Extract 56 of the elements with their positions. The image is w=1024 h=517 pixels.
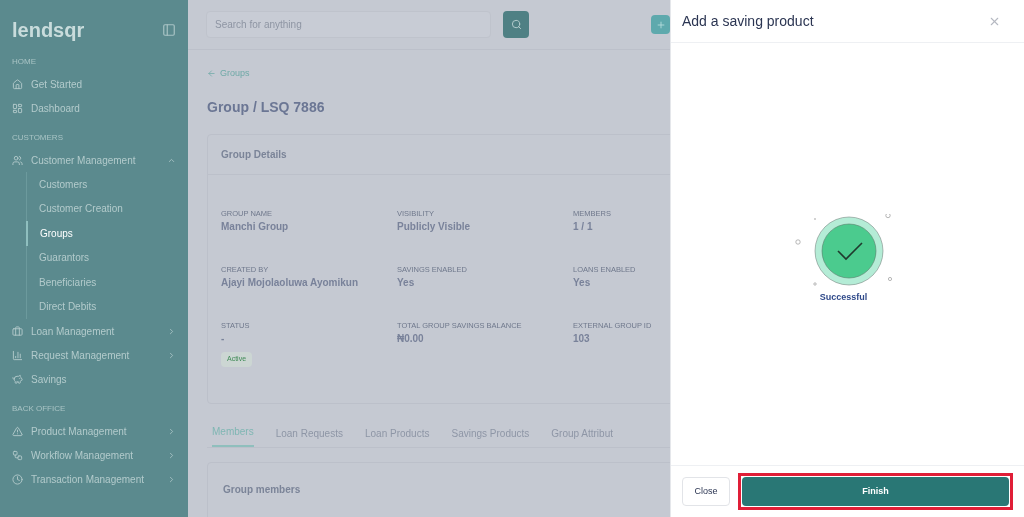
sidebar-item[interactable]: Product Management: [12, 419, 176, 443]
sidebar-subitem[interactable]: Guarantors: [27, 245, 176, 270]
field-value: 1 / 1: [573, 219, 594, 234]
field-value: 103: [573, 332, 591, 347]
sidebar-item[interactable]: Savings: [12, 367, 176, 391]
section-heading: HOME: [12, 56, 37, 68]
sidebar-subitem[interactable]: Customers: [27, 172, 176, 197]
piggy-bank-icon: [12, 373, 23, 385]
arrow-left-icon: [207, 69, 216, 79]
logo: lendsqr: [12, 18, 85, 43]
drawer-title: Add a saving product: [682, 11, 814, 31]
warning-icon: [12, 425, 23, 437]
users-icon: [12, 154, 23, 166]
field-value: Manchi Group: [221, 219, 290, 234]
dashboard-icon: [12, 102, 23, 114]
section-heading: CUSTOMERS: [12, 132, 64, 144]
search-button[interactable]: [502, 11, 530, 38]
chevron-right-icon: [167, 426, 176, 436]
section-heading: BACK OFFICE: [12, 403, 67, 415]
card-title: Group members: [223, 483, 301, 495]
page-title: Group / LSQ 7886: [207, 97, 326, 117]
chevron-right-icon: [167, 450, 176, 460]
bar-chart-icon: [12, 349, 23, 361]
sidebar-subitem[interactable]: Direct Debits: [27, 294, 176, 319]
close-button[interactable]: Close: [682, 477, 730, 507]
workflow-icon: [12, 449, 23, 461]
chevron-right-icon: [167, 350, 176, 360]
chevron-right-icon: [167, 326, 176, 336]
sidebar-item[interactable]: Get Started: [12, 72, 176, 96]
search-icon: [510, 19, 522, 30]
field-value: Yes: [397, 276, 416, 290]
sidebar-subitem[interactable]: Groups: [26, 221, 176, 246]
sidebar-item[interactable]: Transaction Management: [12, 467, 176, 491]
sidebar-subitem[interactable]: Beneficiaries: [27, 270, 176, 295]
finish-button[interactable]: Finish: [742, 477, 1009, 507]
success-message: Successful: [819, 290, 868, 304]
field-value: Yes: [573, 276, 592, 290]
back-link[interactable]: Groups: [207, 67, 670, 81]
plus-icon: [655, 19, 666, 30]
briefcase-icon: [12, 325, 23, 337]
field-value: ₦0.00: [397, 332, 425, 347]
house-icon: [12, 78, 23, 90]
sidebar-item[interactable]: Workflow Management: [12, 443, 176, 467]
sidebar-item[interactable]: Request Management: [12, 343, 176, 367]
field-value: -: [221, 332, 226, 347]
sidebar-item[interactable]: Loan Management: [12, 319, 176, 343]
field-value: Ajayi Mojolaoluwa Ayomikun: [221, 276, 360, 290]
panel-toggle-icon[interactable]: [162, 23, 176, 37]
clock-icon: [12, 473, 23, 485]
sidebar-subitem[interactable]: Customer Creation: [27, 196, 176, 221]
sidebar-item[interactable]: Dashboard: [12, 96, 176, 120]
add-button[interactable]: [651, 15, 670, 34]
chevron-right-icon: [167, 474, 176, 484]
sidebar-item[interactable]: Customer Management: [12, 148, 176, 172]
field-value: Publicly Visible: [397, 219, 472, 234]
tab[interactable]: Members: [212, 423, 254, 447]
